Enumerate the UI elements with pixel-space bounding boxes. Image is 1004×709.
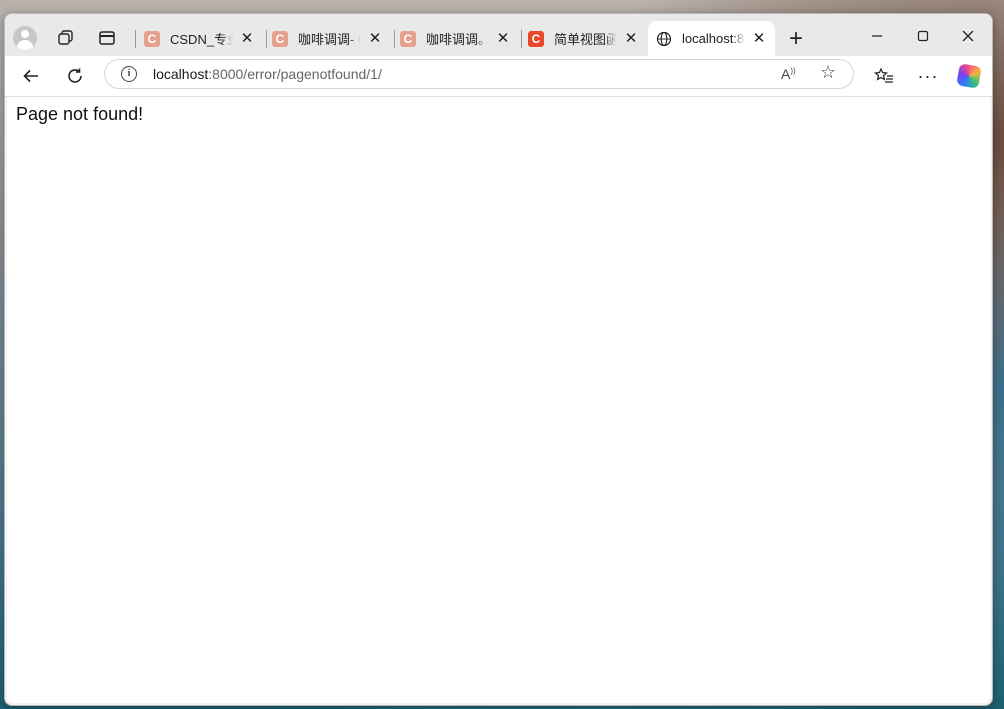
refresh-button[interactable]: [60, 62, 90, 90]
address-url[interactable]: localhost:8000/error/pagenotfound/1/: [153, 66, 382, 82]
tab-simple-view[interactable]: C 简单视图函数 ✕: [520, 21, 647, 56]
page-content: Page not found!: [7, 97, 990, 703]
minimize-icon: [872, 35, 882, 37]
workspaces-button[interactable]: [52, 24, 80, 52]
close-tab-icon[interactable]: ✕: [367, 30, 383, 47]
back-button[interactable]: [16, 62, 46, 90]
tab-title: CSDN_专业开发者社区: [170, 32, 233, 47]
favorites-list-icon: [874, 67, 893, 83]
csdn-icon: C: [400, 30, 416, 47]
close-tab-icon[interactable]: ✕: [495, 30, 511, 47]
minimize-button[interactable]: [862, 25, 892, 47]
maximize-button[interactable]: [908, 25, 938, 47]
copilot-icon: [956, 63, 982, 89]
close-icon: [962, 30, 974, 42]
maximize-icon: [917, 30, 929, 42]
site-info-icon[interactable]: i: [121, 66, 137, 82]
tab-actions-icon: [99, 31, 115, 45]
tab-title: 咖啡调调- CSDN博客: [298, 32, 361, 47]
tab-blog-1[interactable]: C 咖啡调调- CSDN博客 ✕: [264, 21, 391, 56]
back-arrow-icon: [23, 69, 38, 83]
csdn-icon: C: [144, 30, 160, 47]
workspaces-icon: [58, 30, 73, 45]
favorites-button[interactable]: [869, 62, 899, 90]
new-tab-button[interactable]: +: [783, 27, 809, 53]
navigation-toolbar: i localhost:8000/error/pagenotfound/1/ A…: [5, 56, 992, 97]
csdn-icon: C: [272, 30, 288, 47]
close-tab-icon[interactable]: ✕: [751, 30, 767, 47]
more-dots-icon: ···: [917, 65, 939, 86]
csdn-icon: C: [528, 30, 544, 47]
browser-window: C CSDN_专业开发者社区 ✕ C 咖啡调调- CSDN博客 ✕ C 咖啡调调…: [4, 13, 993, 706]
close-window-button[interactable]: [953, 25, 983, 47]
close-tab-icon[interactable]: ✕: [623, 30, 639, 47]
profile-avatar-icon: [13, 26, 37, 50]
globe-icon: [656, 31, 672, 46]
error-message: Page not found!: [16, 104, 144, 124]
tab-strip: C CSDN_专业开发者社区 ✕ C 咖啡调调- CSDN博客 ✕ C 咖啡调调…: [5, 14, 992, 56]
tab-localhost[interactable]: localhost:8000/error/pagenotfound/1/ ✕: [648, 21, 775, 56]
tab-csdn-home[interactable]: C CSDN_专业开发者社区 ✕: [136, 21, 263, 56]
vertical-tabs-button[interactable]: [93, 24, 121, 52]
settings-more-button[interactable]: ···: [913, 62, 943, 90]
refresh-icon: [68, 68, 82, 83]
copilot-button[interactable]: [954, 62, 984, 90]
close-tab-icon[interactable]: ✕: [239, 30, 255, 47]
tab-blog-2[interactable]: C 咖啡调调。- CSDN博客 ✕: [392, 21, 519, 56]
tab-title: 咖啡调调。- CSDN博客: [426, 32, 489, 47]
read-aloud-icon[interactable]: A)): [781, 66, 796, 82]
tab-title: localhost:8000/error/pagenotfound/1/: [682, 31, 745, 46]
favorite-star-icon[interactable]: ☆: [820, 62, 836, 83]
url-host: localhost: [153, 66, 209, 82]
url-path: :8000/error/pagenotfound/1/: [208, 66, 382, 82]
address-bar[interactable]: i localhost:8000/error/pagenotfound/1/ A…: [104, 59, 854, 89]
profile-button[interactable]: [11, 24, 39, 52]
tab-title: 简单视图函数: [554, 32, 617, 47]
